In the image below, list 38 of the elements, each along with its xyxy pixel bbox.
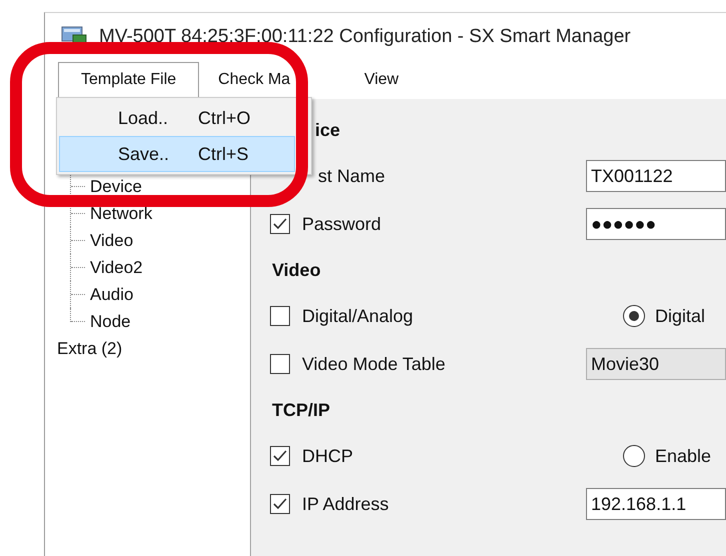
text-field[interactable]: ●●●●●● [586,208,726,240]
tree-item[interactable]: Extra (2) [57,338,122,358]
radio-button[interactable] [623,305,645,327]
tree-item[interactable]: Node [90,312,131,332]
text-field[interactable]: 192.168.1.1 [586,488,726,520]
checkbox[interactable] [270,494,290,514]
tree-item[interactable]: Video2 [90,258,143,278]
tree-item[interactable]: Network [90,204,152,224]
menu-option[interactable]: Save.. Ctrl+S [59,136,295,172]
check-icon [272,448,288,464]
checkbox-label: st Name [318,166,386,186]
checkbox-label: IP Address [302,494,389,514]
checkbox-label: DHCP [302,446,354,466]
text-field[interactable]: TX001122 [586,160,726,192]
checkbox-label: Digital/Analog [302,306,414,326]
radio-label: Digital [655,306,706,326]
checkbox[interactable] [270,354,290,374]
radio-label: Enable [655,446,712,466]
menu-item[interactable]: View [345,62,418,99]
section-heading: TCP/IP [272,400,330,420]
check-icon [272,216,288,232]
window-title: MV-500T 84:25:3F:00:11:22 Configuration - SX Smart Manager [99,26,631,48]
menu-item[interactable]: Check Ma [199,62,310,99]
checkbox[interactable] [270,446,290,466]
checkbox-label: Video Mode Table [302,354,446,374]
tree-item[interactable]: Video [90,230,134,250]
check-icon [272,496,288,512]
radio-button[interactable] [623,445,645,467]
menu-option[interactable]: Load.. Ctrl+O [59,100,295,136]
checkbox[interactable] [270,306,290,326]
menu-item[interactable]: Template File [58,62,200,99]
tree-item[interactable]: Device [90,176,142,196]
tree-item[interactable]: Audio [90,284,134,304]
section-heading: Video [272,260,321,280]
dropdown-field[interactable]: Movie30 [586,348,726,380]
checkbox-label: Password [302,214,382,234]
section-heading: ice [315,120,340,140]
checkbox[interactable] [270,214,290,234]
